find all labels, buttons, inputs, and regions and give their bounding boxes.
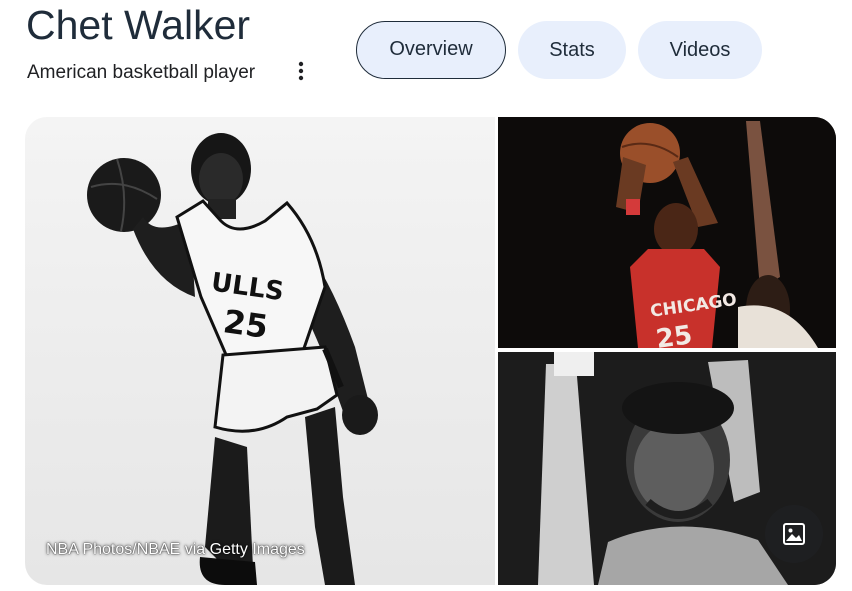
main-photo-illustration: ULLS 25 bbox=[87, 133, 378, 585]
secondary-player-image-top[interactable]: CHICAGO 25 bbox=[498, 117, 836, 348]
entity-subtitle: American basketball player bbox=[27, 62, 256, 83]
main-player-image[interactable]: ULLS 25 NBA Photos/NBAE via Getty Images bbox=[25, 117, 495, 585]
tab-videos[interactable]: Videos bbox=[638, 21, 762, 79]
tab-overview[interactable]: Overview bbox=[356, 21, 506, 79]
image-credit-caption: NBA Photos/NBAE via Getty Images bbox=[46, 541, 305, 558]
image-icon bbox=[783, 523, 805, 545]
more-vert-icon[interactable] bbox=[293, 59, 309, 83]
image-search-button[interactable] bbox=[765, 505, 823, 563]
main-jersey-number: 25 bbox=[221, 302, 270, 346]
top-jersey-number: 25 bbox=[654, 320, 694, 348]
entity-title: Chet Walker bbox=[26, 2, 251, 48]
tab-stats[interactable]: Stats bbox=[518, 21, 626, 79]
top-photo-illustration: CHICAGO 25 bbox=[498, 117, 836, 348]
image-gallery: ULLS 25 NBA Photos/NBAE via Getty Images… bbox=[25, 117, 836, 585]
